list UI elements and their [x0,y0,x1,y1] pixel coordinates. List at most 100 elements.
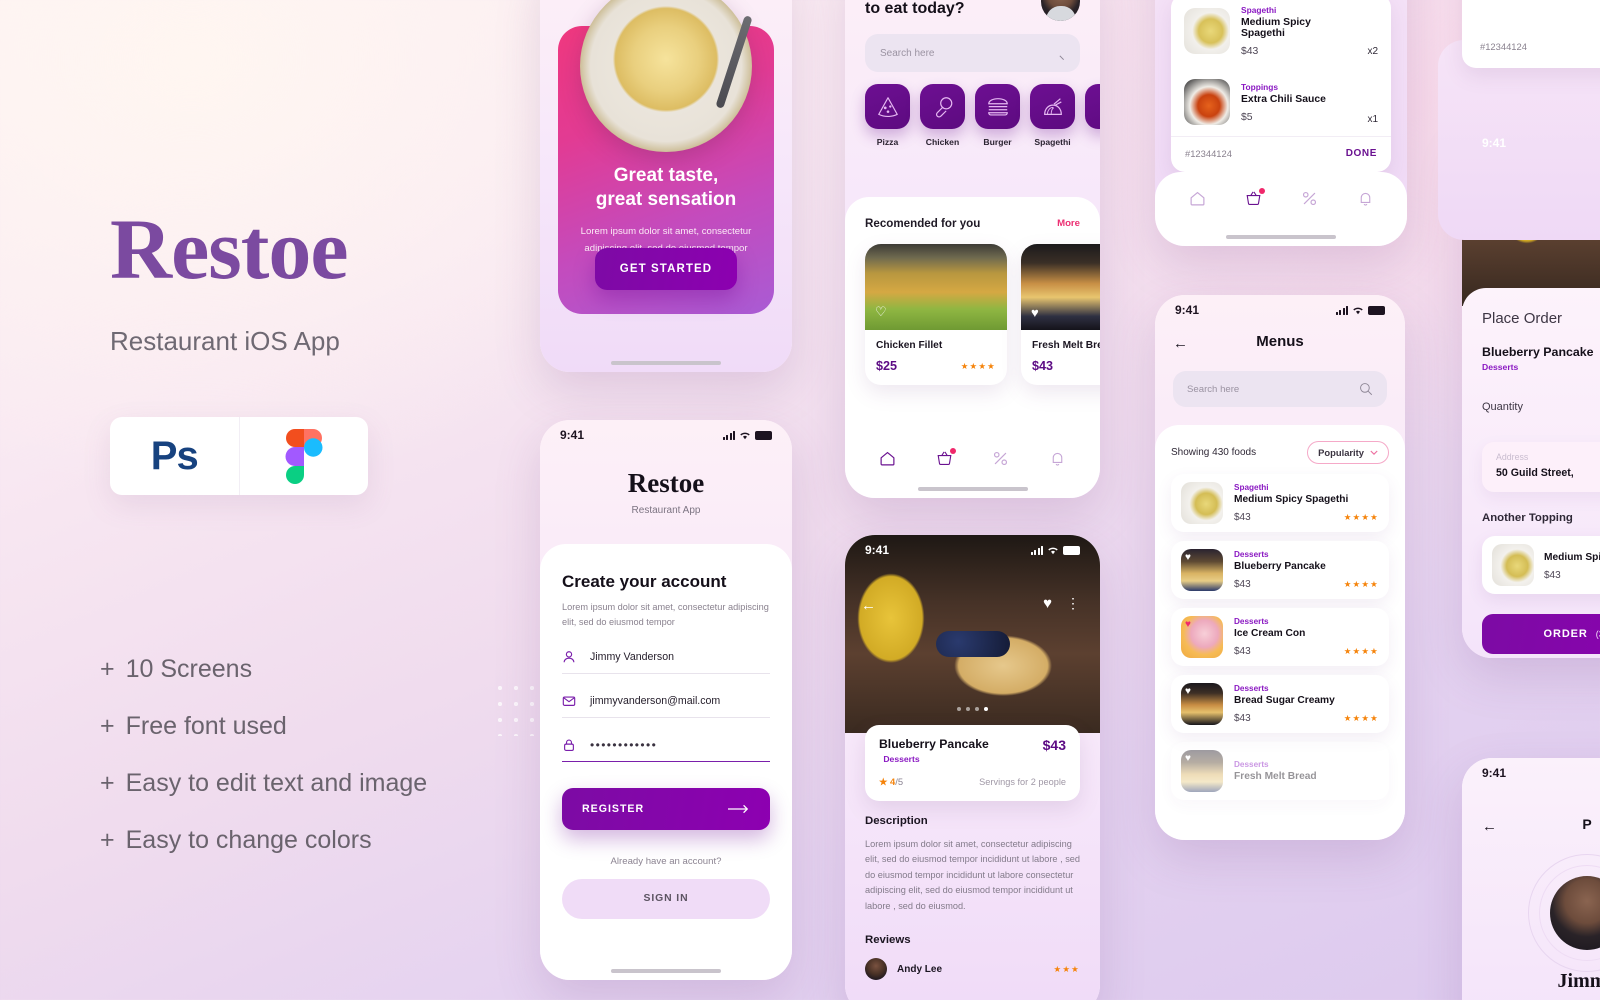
menus-screen: 9:41 ← Menus Search here Showing 430 foo… [1155,295,1405,840]
item-meta: Desserts Ice Cream Con $43 ★★★★ [1234,617,1379,657]
search-input[interactable]: Search here [865,34,1080,72]
dot[interactable] [966,707,970,711]
food-price-row: $43 ★★★★ [1032,359,1100,373]
category-more[interactable]: M [1085,84,1100,147]
signal-icon [1335,305,1348,315]
address-field[interactable]: Address 50 Guild Street, [1482,442,1600,492]
item-name: Extra Chili Sauce [1241,93,1326,105]
list-item[interactable]: ♥ Desserts Bread Sugar Creamy $43 ★★★★ [1171,675,1389,733]
item-thumbnail: ♥ [1181,616,1223,658]
category-chicken[interactable]: Chicken [920,84,965,147]
servings-text: Servings for 2 people [979,777,1066,787]
category-pizza[interactable]: Pizza [865,84,910,147]
photoshop-icon: Ps [150,433,199,478]
quantity-label: Quantity [1482,401,1523,413]
reviews-title: Reviews [865,934,911,947]
page-indicator[interactable] [845,707,1100,711]
category-list: Pizza Chicken Burger Spagethi M [865,84,1100,147]
food-price: $25 [876,359,898,373]
category-label: Chicken [925,137,960,147]
register-button[interactable]: REGISTER [562,787,770,830]
item-price: $5 [1241,111,1253,123]
page-subtitle: Restaurant iOS App [110,326,340,356]
sign-in-button[interactable]: SIGN IN [562,878,770,919]
dot[interactable] [975,707,979,711]
avatar[interactable] [1041,0,1080,21]
food-card[interactable]: ♡ Chicken Fillet $25 ★★★★ [865,244,1007,385]
get-started-button[interactable]: GET STARTED [595,248,737,290]
item-quantity: x2 [1367,46,1378,57]
menus-list-header: Showing 430 foods Popularity [1171,441,1389,464]
percent-icon[interactable] [992,450,1009,472]
favorite-icon[interactable]: ♡ [875,304,887,320]
back-button[interactable]: ← [861,597,876,614]
food-price: $43 [1042,737,1066,753]
favorite-icon[interactable]: ♥ [1185,619,1191,630]
item-price-row: $43 ★★★★ [1234,713,1379,724]
list-item[interactable]: ♥ Desserts Blueberry Pancake $43 ★★★★ [1171,541,1389,599]
bell-icon[interactable] [1049,450,1066,472]
item-name: Medium Spicy Spagethi [1234,494,1349,505]
home-icon[interactable] [1189,190,1206,212]
dot[interactable] [957,707,961,711]
app-logo-subtitle: Restaurant App [631,505,701,516]
search-input[interactable]: Search here [1173,371,1387,407]
cart-icon[interactable] [1245,188,1265,212]
list-item[interactable]: ♥ Desserts Ice Cream Con $43 ★★★★ [1171,608,1389,666]
favorite-icon[interactable]: ♥ [1185,686,1191,697]
email-field[interactable]: jimmyvanderson@mail.com [562,694,770,718]
food-card[interactable]: ♥ Fresh Melt Bread $43 ★★★★ [1021,244,1100,385]
list-item[interactable]: ♥ Desserts Fresh Melt Bread [1171,742,1389,800]
cart-icon[interactable] [936,448,956,472]
order-button[interactable]: ORDER (3 Items) [1482,614,1600,654]
item-thumbnail [1181,482,1223,524]
favorite-icon[interactable]: ♥ [1031,305,1039,320]
search-icon [1059,54,1065,60]
topping-item[interactable]: Medium Spicy Spagethi $43 [1482,536,1600,594]
list-item[interactable]: Spagethi Medium Spicy Spagethi $43 x2 [1171,0,1391,68]
bottom-tab-bar [1155,178,1407,224]
food-category: Desserts [883,754,920,764]
more-link[interactable]: More [1057,218,1080,229]
status-time: 9:41 [1175,303,1200,317]
register-header: Restoe Restaurant App [540,468,792,516]
category-burger[interactable]: Burger [975,84,1020,147]
favorite-icon[interactable]: ♥ [1043,595,1052,612]
page-title: Restoe [110,201,349,297]
status-bar: 9:41 [845,535,1100,565]
status-time: 9:41 [865,543,890,557]
item-meta: Toppings Extra Chili Sauce $5 [1241,82,1356,123]
summary-row: Blueberry Pancake Desserts $43 [879,737,1066,764]
sort-dropdown[interactable]: Popularity [1307,441,1389,464]
done-button[interactable]: DONE [1346,148,1377,159]
profile-name: Jimmy [1557,970,1600,992]
list-item[interactable]: Toppings Extra Chili Sauce $5 x1 [1171,68,1391,136]
already-account-text: Already have an account? [610,855,722,867]
status-bar: 9:41 [1462,128,1600,158]
favorite-icon[interactable]: ♥ [1185,552,1191,563]
review-rating: ★★★ [1053,963,1080,974]
battery-icon [1368,305,1385,315]
home-icon[interactable] [879,450,896,472]
percent-icon[interactable] [1301,190,1318,212]
recommended-sheet: Recomended for you More ♡ Chicken Fillet… [845,197,1100,498]
category-spagethi[interactable]: Spagethi [1030,84,1075,147]
favorite-icon[interactable]: ♥ [1185,753,1191,764]
avatar [865,958,887,981]
list-item[interactable]: Spagethi Medium Spicy Spagethi $43 ★★★★ [1171,474,1389,532]
order-id: #12344124 [1185,148,1232,159]
more-options-icon[interactable]: ⋮ [1066,595,1080,612]
password-field[interactable]: •••••••••••• [562,738,770,762]
item-thumbnail [1184,79,1230,125]
description-title: Description [865,815,928,827]
detail-body: Description Lorem ipsum dolor sit amet, … [865,815,1080,981]
dot-active[interactable] [984,707,988,711]
name-field[interactable]: Jimmy Vanderson [562,650,770,674]
more-icon [1085,84,1100,129]
food-name: Blueberry Pancake [1482,345,1594,359]
bell-icon[interactable] [1357,190,1374,212]
reviewer-name: Andy Lee [897,963,943,975]
spaghetti-icon [1030,84,1075,129]
pizza-icon [865,84,910,129]
status-time: 9:41 [560,428,585,442]
